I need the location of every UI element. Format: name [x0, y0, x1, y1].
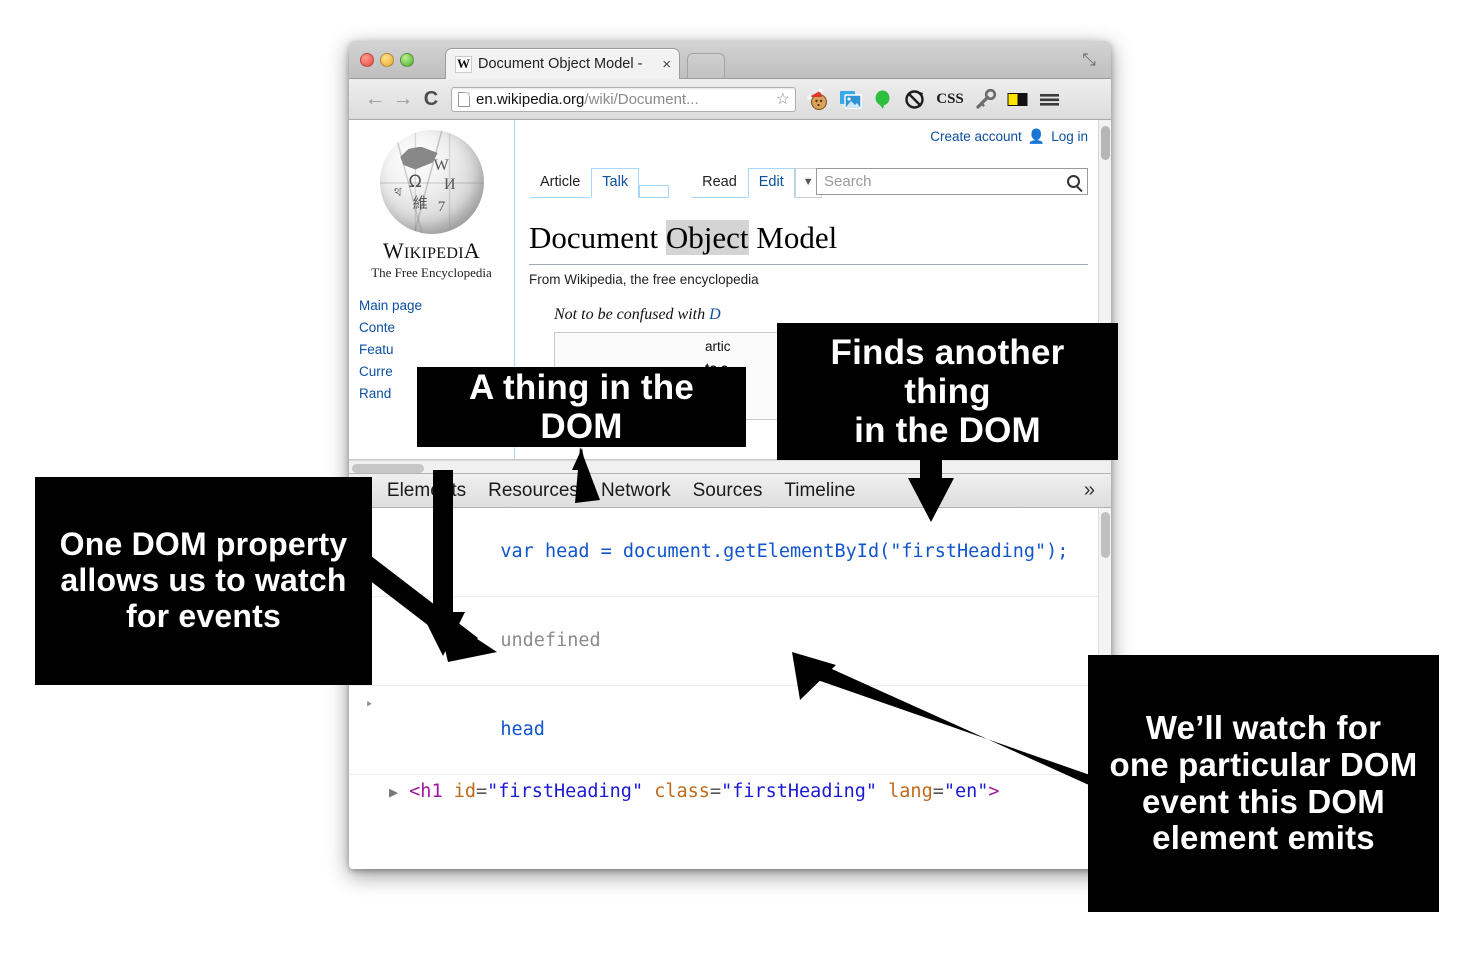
tab-resources[interactable]: Resources — [477, 480, 590, 502]
cookie-santa-icon[interactable] — [807, 88, 830, 111]
page-info-icon — [458, 91, 470, 107]
browser-tab[interactable]: W Document Object Model - × — [445, 48, 680, 79]
console-row-undefined-1: undefined — [349, 597, 1111, 686]
close-button[interactable] — [360, 53, 374, 67]
wikipedia-globe-icon: Ω W И 維 7 থ — [379, 130, 484, 234]
annotation-one-dom-property: One DOM property allows us to watch for … — [35, 477, 372, 685]
zoom-button[interactable] — [400, 53, 414, 67]
speech-bubble-icon[interactable] — [871, 88, 894, 111]
tab-close-icon[interactable]: × — [662, 56, 671, 73]
console-row-input-1: ‣var head = document.getElementById("fir… — [349, 508, 1111, 597]
address-bar[interactable]: en.wikipedia.org/wiki/Document... ☆ — [451, 86, 796, 112]
log-in-link[interactable]: Log in — [1051, 129, 1088, 144]
tab-blank — [639, 185, 670, 198]
browser-tabstrip: W Document Object Model - × ⤡ — [349, 41, 1111, 79]
tab-title: Document Object Model - — [478, 56, 643, 72]
back-button[interactable]: ← — [361, 87, 389, 111]
key-wrench-icon[interactable] — [974, 88, 997, 111]
sync-refresh-icon[interactable] — [903, 88, 926, 111]
reload-button[interactable]: C — [417, 88, 445, 111]
devtools-tab-bar: « Elements Resources Network Sources Tim… — [349, 474, 1111, 508]
wikipedia-tagline: The Free Encyclopedia — [371, 265, 492, 280]
forward-button[interactable]: → — [389, 87, 417, 111]
window-controls — [360, 53, 414, 67]
tab-article[interactable]: Article — [529, 168, 592, 198]
tab-network[interactable]: Network — [590, 480, 682, 502]
search-icon[interactable] — [1067, 175, 1080, 188]
search-input[interactable] — [824, 173, 1067, 190]
annotation-well-watch-for: We’ll watch for one particular DOM event… — [1088, 655, 1439, 912]
tab-sources[interactable]: Sources — [682, 480, 774, 502]
page-hscroll-thumb[interactable] — [352, 464, 424, 473]
page-title: Document Object Model — [529, 220, 1088, 265]
extension-toolbar: CSS — [807, 88, 1061, 111]
expand-triangle-icon[interactable]: ▶ — [389, 783, 398, 801]
title-highlight: Object — [665, 220, 749, 255]
devtools-more-tabs-icon[interactable]: » — [1084, 479, 1111, 502]
tab-timeline[interactable]: Timeline — [773, 480, 866, 502]
page-scroll-thumb[interactable] — [1101, 126, 1110, 160]
tab-edit[interactable]: Edit — [747, 168, 795, 198]
devtools-panel: « Elements Resources Network Sources Tim… — [349, 474, 1111, 869]
console-input-marker-icon-2: ‣ — [365, 697, 374, 713]
tab-talk[interactable]: Talk — [591, 168, 640, 198]
hamburger-menu-icon[interactable] — [1038, 88, 1061, 111]
annotation-finds-another-thing: Finds another thing in the DOM — [777, 323, 1118, 460]
user-avatar-icon: 👤 — [1027, 128, 1046, 144]
wikipedia-search-box[interactable] — [816, 168, 1088, 195]
console-scroll-thumb[interactable] — [1101, 512, 1110, 558]
sidebar-item-main-page[interactable]: Main page — [359, 295, 514, 317]
wikipedia-favicon: W — [455, 55, 472, 73]
hatnote: Not to be confused with D — [554, 306, 721, 323]
console-row-node[interactable]: ▶ <h1 id="firstHeading" class="firstHead… — [349, 775, 1111, 809]
notice-fragment-1: artic — [705, 339, 731, 354]
page-horizontal-scrollbar[interactable] — [349, 460, 1111, 474]
page-subtitle: From Wikipedia, the free encyclopedia — [529, 272, 759, 287]
annotation-a-thing-in-the-dom: A thing in the DOM — [417, 367, 746, 447]
fullscreen-icon[interactable]: ⤡ — [1079, 51, 1099, 69]
bookmark-star-icon[interactable]: ☆ — [776, 89, 790, 109]
new-tab-button[interactable] — [687, 53, 725, 78]
tab-elements[interactable]: Elements — [376, 480, 477, 502]
tab-read[interactable]: Read — [691, 168, 748, 198]
wikipedia-tab-bar: Article Talk Read Edit ▼ — [529, 168, 822, 198]
url-host: en.wikipedia.org — [476, 90, 585, 108]
sidebar-item-featured[interactable]: Featu — [359, 339, 514, 361]
browser-toolbar: ← → C en.wikipedia.org/wiki/Document... … — [349, 79, 1111, 120]
wikipedia-logo[interactable]: Ω W И 維 7 থ WIKIPEDIA The Free Encyclope… — [366, 130, 498, 281]
console-row-input-2: ‣ head — [349, 686, 1111, 775]
minimize-button[interactable] — [380, 53, 394, 67]
url-path: /wiki/Document... — [584, 90, 699, 108]
create-account-link[interactable]: Create account — [930, 129, 1022, 144]
console-output[interactable]: ‣var head = document.getElementById("fir… — [349, 508, 1111, 809]
css-icon[interactable]: CSS — [935, 88, 965, 111]
sidebar-item-contents[interactable]: Conte — [359, 317, 514, 339]
hatnote-link[interactable]: D — [709, 306, 721, 323]
screenshot-root: W Document Object Model - × ⤡ ← → C en.w… — [0, 0, 1473, 956]
yellow-black-square-icon[interactable] — [1006, 88, 1029, 111]
url-text: en.wikipedia.org/wiki/Document... — [476, 91, 772, 108]
personal-tools: Create account 👤 Log in — [930, 128, 1088, 145]
wikipedia-wordmark: WIKIPEDIA — [382, 238, 481, 263]
photo-stack-icon[interactable] — [839, 88, 862, 111]
